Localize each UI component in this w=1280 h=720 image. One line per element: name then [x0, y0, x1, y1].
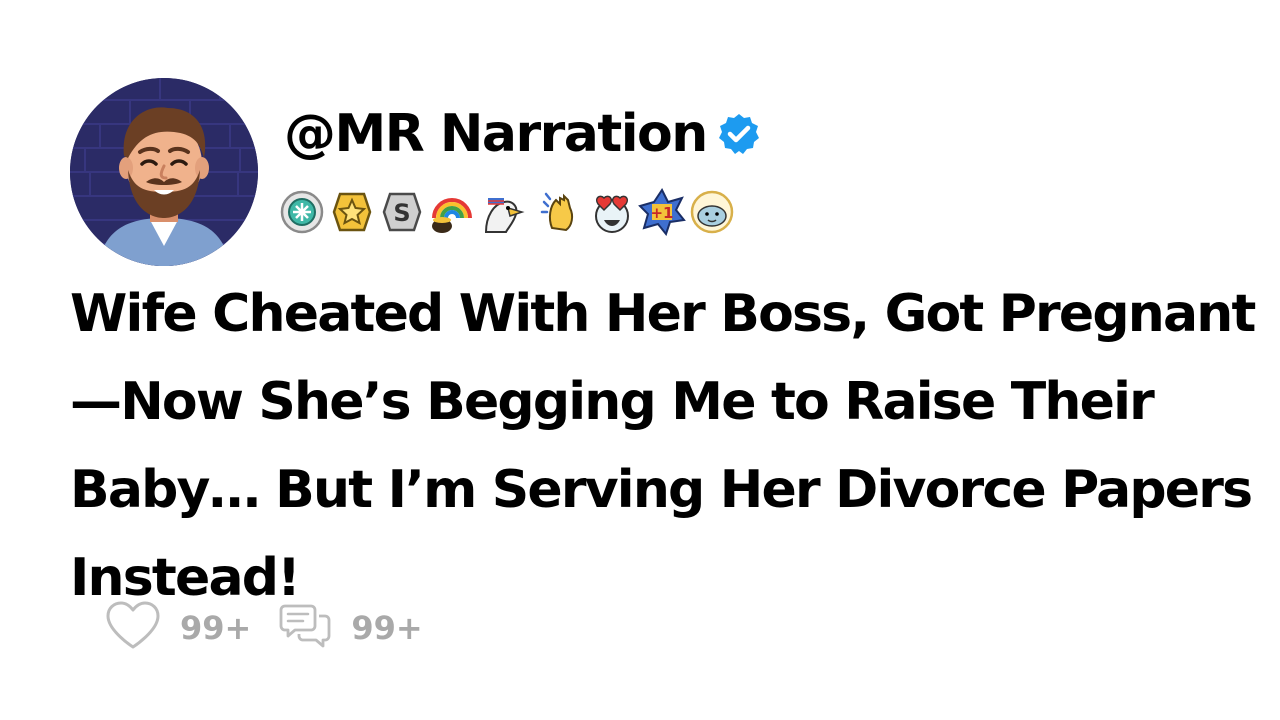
username[interactable]: @MR Narration: [284, 104, 708, 164]
clapping-hands-icon[interactable]: [538, 188, 586, 236]
post-card: @MR Narration S +1 Wife Cheated With Her…: [0, 0, 1280, 720]
seal-icon[interactable]: [688, 188, 736, 236]
comment-bubbles-icon[interactable]: [279, 600, 333, 656]
heart-outline-icon[interactable]: [104, 600, 162, 656]
heart-eyes-icon[interactable]: [588, 188, 636, 236]
username-row: @MR Narration: [284, 98, 761, 170]
svg-text:+1: +1: [650, 204, 673, 222]
avatar[interactable]: [70, 78, 258, 266]
rainbow-pot-of-gold-icon[interactable]: [428, 188, 476, 236]
helpful-award-icon[interactable]: [278, 188, 326, 236]
avatar-illustration: [70, 78, 258, 266]
gold-star-award-icon[interactable]: [328, 188, 376, 236]
silver-award-icon[interactable]: S: [378, 188, 426, 236]
plus-one-icon[interactable]: +1: [638, 188, 686, 236]
engagement-stats: 99+ 99+: [104, 600, 451, 656]
comments-count: 99+: [351, 609, 423, 647]
award-badges: S +1: [278, 186, 738, 238]
svg-text:S: S: [393, 199, 410, 227]
verified-check-icon: [717, 112, 761, 156]
eagle-icon[interactable]: [478, 188, 526, 236]
post-title[interactable]: Wife Cheated With Her Boss, Got Pregnant…: [70, 270, 1260, 622]
likes-count: 99+: [180, 609, 252, 647]
